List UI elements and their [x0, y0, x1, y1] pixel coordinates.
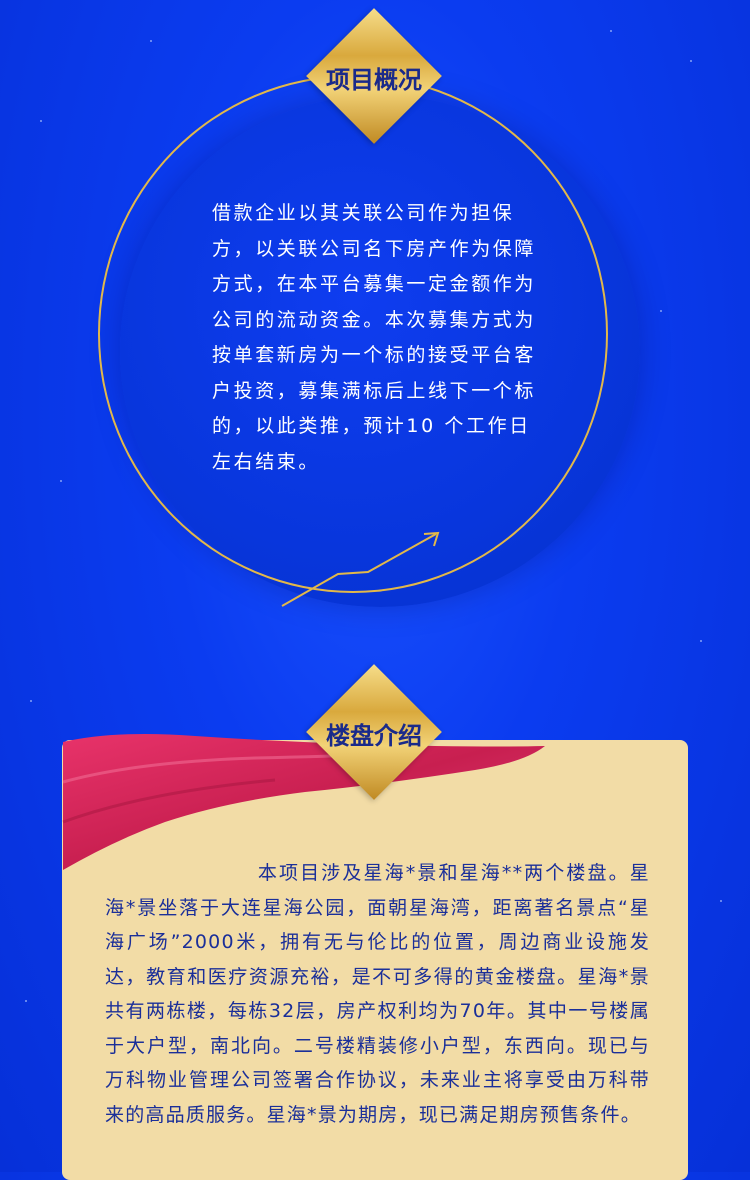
property-title: 楼盘介绍 [326, 721, 422, 750]
overview-title: 项目概况 [326, 65, 422, 94]
growth-arrow-icon [281, 531, 440, 607]
property-body-text: 本项目涉及星海*景和星海**两个楼盘。星海*景坐落于大连星海公园，面朝星海湾，距… [105, 856, 650, 1132]
overview-body-text: 借款企业以其关联公司作为担保方，以关联公司名下房产作为保障方式，在本平台募集一定… [212, 202, 537, 473]
property-body-content: 本项目涉及星海*景和星海**两个楼盘。星海*景坐落于大连星海公园，面朝星海湾，距… [105, 862, 650, 1126]
